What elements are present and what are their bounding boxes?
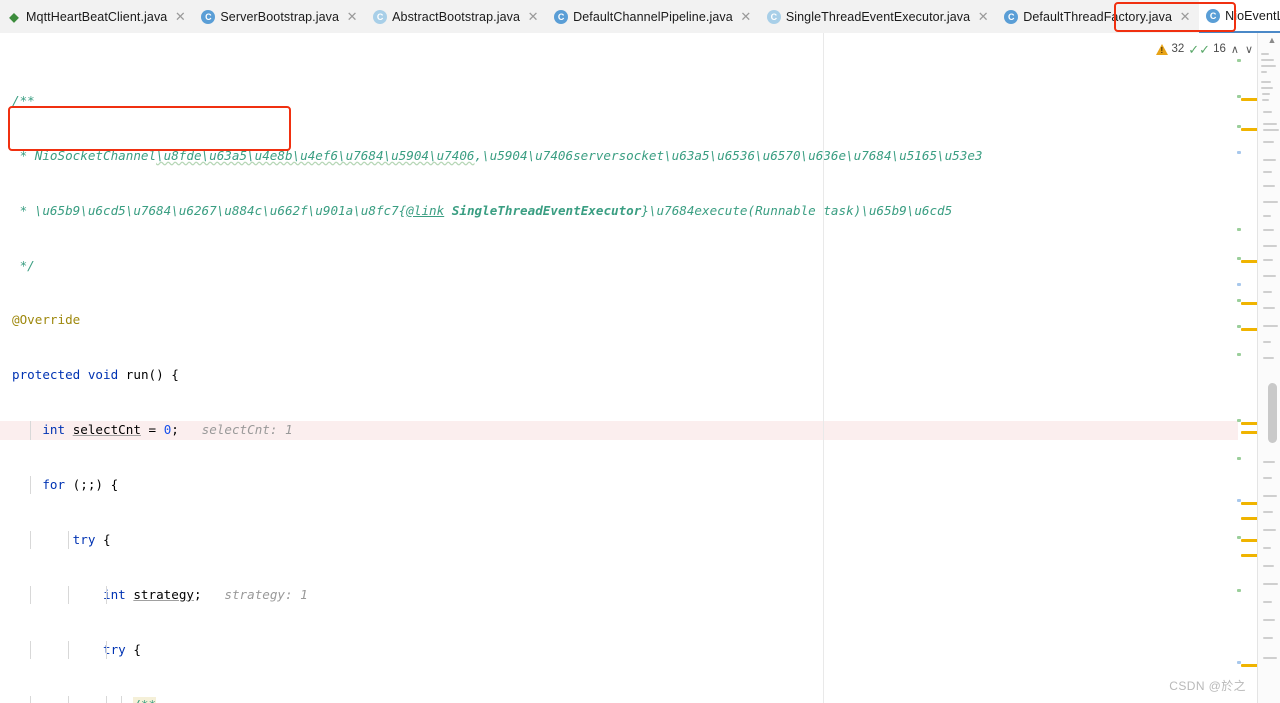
code-line: /**	[12, 92, 35, 108]
tab-label: AbstractBootstrap.java	[392, 9, 521, 24]
error-stripe-marker-bar[interactable]	[1237, 33, 1258, 703]
close-icon[interactable]: ✕	[174, 10, 186, 23]
java-class-icon: ◆	[9, 9, 19, 24]
tab-NioEventLoop[interactable]: C NioEventLoop.java ✕	[1199, 0, 1280, 33]
code-line: try {	[0, 640, 1248, 660]
code-line: */	[12, 257, 35, 273]
code-line: int selectCnt = 0; selectCnt: 1	[0, 421, 1248, 440]
green-check-icon: ✓✓	[1188, 41, 1211, 57]
warning-triangle-icon	[1156, 43, 1169, 55]
code-line: for (;;) {	[0, 476, 1248, 495]
right-margin-guide	[823, 33, 824, 703]
code-line: try {	[0, 531, 1248, 550]
java-class-icon: C	[1004, 9, 1019, 24]
code-line: protected void run() {	[12, 367, 179, 383]
code-line: @Override	[12, 312, 81, 328]
java-class-icon: C	[1206, 8, 1221, 23]
tab-label: NioEventLoop.java	[1225, 8, 1280, 23]
tab-label: MqttHeartBeatClient.java	[26, 9, 168, 24]
java-class-icon: C	[201, 9, 216, 24]
tab-label: SingleThreadEventExecutor.java	[785, 9, 971, 24]
tab-ServerBootstrap[interactable]: C ServerBootstrap.java ✕	[194, 0, 367, 33]
code-line: int strategy; strategy: 1	[0, 585, 1248, 605]
warning-count: 32	[1171, 43, 1185, 55]
inspection-widget: 32 ✓✓ 16 ∧ ∨	[1156, 38, 1254, 60]
close-icon[interactable]: ✕	[527, 10, 539, 23]
ok-count: 16	[1213, 43, 1226, 55]
tab-DefaultThreadFactory[interactable]: C DefaultThreadFactory.java ✕	[997, 0, 1200, 33]
code-line: * NioSocketChannel\u8fde\u63a5\u4e8b\u4e…	[12, 147, 983, 163]
code-editor[interactable]: /** * NioSocketChannel\u8fde\u63a5\u4e8b…	[0, 33, 1280, 703]
ok-count-group[interactable]: ✓✓ 16	[1188, 43, 1226, 56]
close-icon[interactable]: ✕	[346, 10, 358, 23]
ide-editor-window: ◆ MqttHeartBeatClient.java ✕ C ServerBoo…	[0, 0, 1280, 703]
warning-count-group[interactable]: 32	[1156, 43, 1184, 55]
java-abstract-class-icon: C	[373, 9, 388, 24]
scroll-up-icon[interactable]: ▲	[1266, 35, 1278, 45]
code-line: * \u65b9\u6cd5\u7684\u6267\u884c\u662f\u…	[12, 202, 953, 218]
tab-AbstractBootstrap[interactable]: C AbstractBootstrap.java ✕	[366, 0, 548, 33]
next-problem-icon[interactable]: ∨	[1244, 43, 1254, 56]
editor-minimap-scrollbar[interactable]: ▲	[1257, 33, 1280, 703]
java-class-icon: C	[554, 9, 569, 24]
tab-DefaultChannelPipeline[interactable]: C DefaultChannelPipeline.java ✕	[547, 0, 760, 33]
watermark-text: CSDN @於之	[1169, 679, 1246, 693]
java-abstract-class-icon: C	[766, 9, 781, 24]
tab-MqttHeartBeatClient[interactable]: ◆ MqttHeartBeatClient.java ✕	[0, 0, 195, 33]
scrollbar-thumb[interactable]	[1268, 383, 1277, 443]
tab-label: DefaultThreadFactory.java	[1023, 9, 1173, 24]
code-content[interactable]: /** * NioSocketChannel\u8fde\u63a5\u4e8b…	[0, 33, 1248, 703]
tab-SingleThreadEventExecutor[interactable]: C SingleThreadEventExecutor.java ✕	[759, 0, 998, 33]
close-icon[interactable]: ✕	[1179, 10, 1191, 23]
close-icon[interactable]: ✕	[977, 10, 989, 23]
close-icon[interactable]: ✕	[740, 10, 752, 23]
tab-label: DefaultChannelPipeline.java	[573, 9, 733, 24]
tab-label: ServerBootstrap.java	[220, 9, 340, 24]
code-line: /**	[0, 695, 1248, 703]
prev-problem-icon[interactable]: ∧	[1230, 43, 1240, 56]
editor-tab-bar: ◆ MqttHeartBeatClient.java ✕ C ServerBoo…	[0, 0, 1280, 34]
